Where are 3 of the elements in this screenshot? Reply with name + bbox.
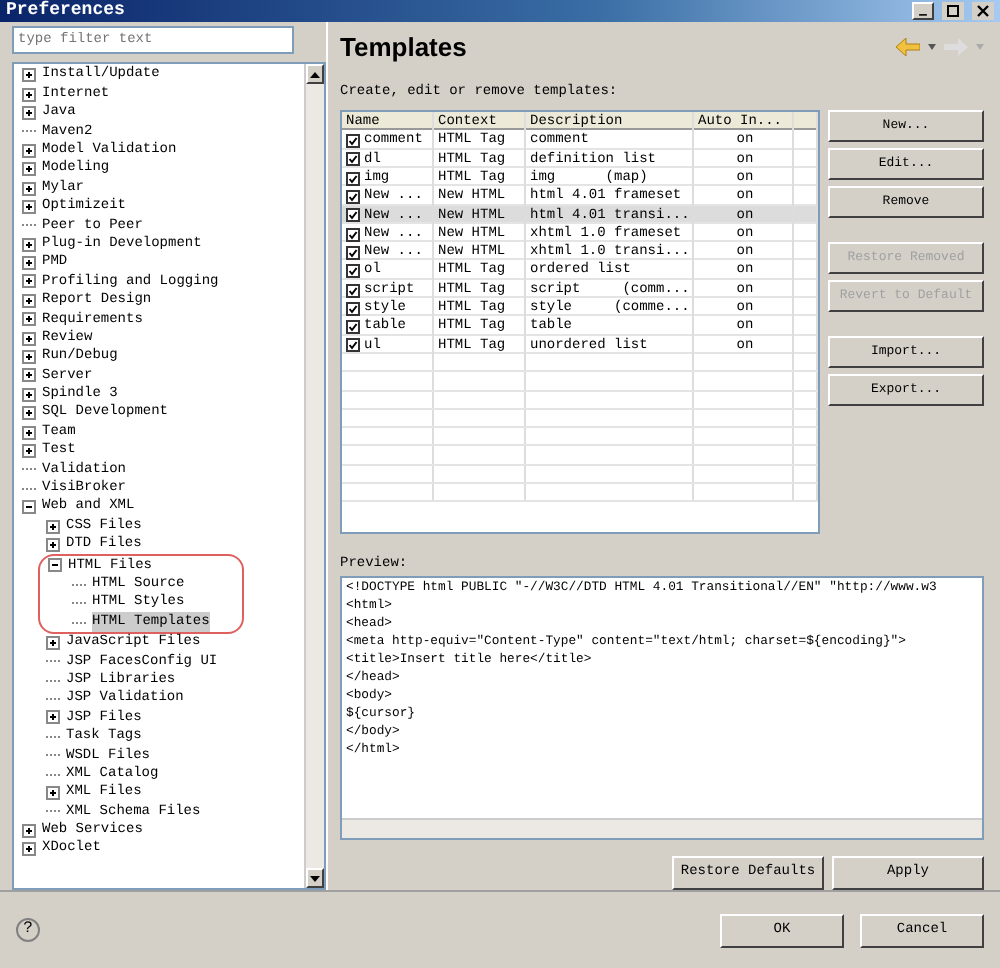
help-icon[interactable]: ? xyxy=(16,918,40,942)
window-title: Preferences xyxy=(6,0,125,24)
page-title: Templates xyxy=(340,30,467,67)
